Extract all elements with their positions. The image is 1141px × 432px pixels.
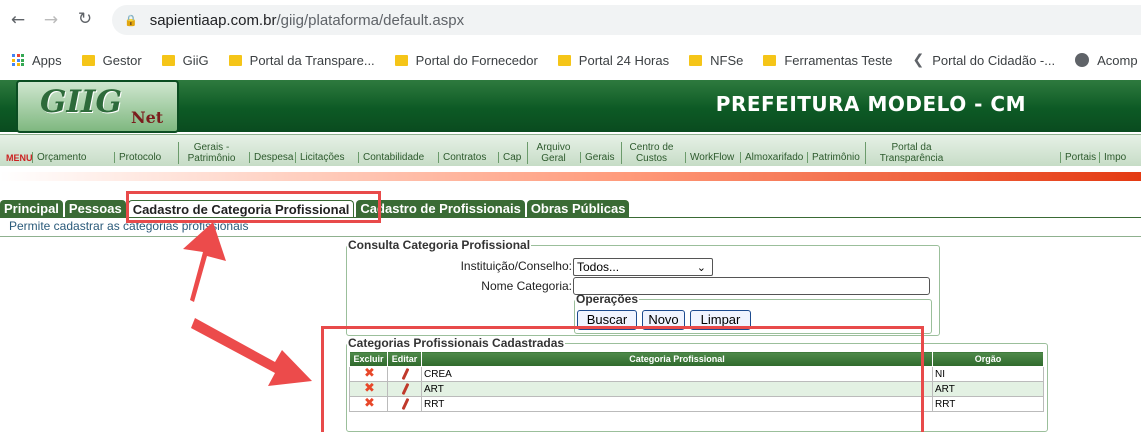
menu-label: MENU [6,153,33,163]
highlight-box-table [321,326,924,432]
header-accent-stripe [0,172,1141,181]
instituicao-label: Instituição/Conselho: [460,259,572,273]
menu-item-contratos[interactable]: Contratos [438,152,486,163]
logo-sub-text: Net [131,108,164,127]
menu-item-contabilidade[interactable]: Contabilidade [358,152,424,163]
address-bar[interactable]: 🔒 sapientiaap.com.br/giig/plataforma/def… [112,5,1141,35]
orgao-cell: NI [932,366,1044,382]
menu-item-portal-transparencia[interactable]: Portal da Transparência [865,142,953,164]
bookmark-portal-24-horas[interactable]: Portal 24 Horas [557,53,669,68]
lock-icon: 🔒 [124,13,138,27]
consulta-legend: Consulta Categoria Profissional [348,238,531,252]
chevron-down-icon: ⌄ [696,261,706,274]
url-host: sapientiaap.com.br [149,11,277,29]
operacoes-legend: Operações [576,292,639,306]
bookmark-apps[interactable]: Apps [0,53,62,68]
tab-cadastro-profissionais[interactable]: Cadastro de Profissionais [356,200,525,217]
bookmark-acomp[interactable]: Acomp [1075,53,1138,68]
back-arrow-icon[interactable]: ← [6,10,30,30]
chevron-left-icon: ❮ [912,52,925,68]
bookmark-portal-fornecedor[interactable]: Portal do Fornecedor [394,53,538,68]
menu-item-protocolo[interactable]: Protocolo [114,152,161,163]
menu-item-arquivo-geral[interactable]: Arquivo Geral [527,142,575,164]
tab-pessoas[interactable]: Pessoas [64,200,126,217]
folder-icon [228,54,242,66]
reload-icon[interactable]: ↻ [73,9,97,29]
forward-arrow-icon[interactable]: → [39,10,63,30]
folder-icon [689,54,703,66]
menu-item-workflow[interactable]: WorkFlow [685,152,734,163]
menu-item-centro-de-custos[interactable]: Centro de Custos [621,142,677,164]
organization-title: PREFEITURA MODELO - CM [715,92,1026,116]
header-orgao: Orgão [932,351,1044,367]
instituicao-selected-value: Todos... [577,260,620,274]
tab-obras-publicas[interactable]: Obras Públicas [526,200,630,217]
menu-item-portais[interactable]: Portais [1060,152,1096,163]
menu-item-impo[interactable]: Impo [1099,152,1126,163]
orgao-cell: RRT [932,396,1044,412]
bookmark-giig[interactable]: GiiG [161,53,209,68]
menu-item-cap[interactable]: Cap [498,152,521,163]
tab-principal[interactable]: Principal [0,200,63,217]
orgao-cell: ART [932,381,1044,397]
menu-item-gerais[interactable]: Gerais [580,152,614,163]
folder-icon [394,54,408,66]
bookmarks-bar: Apps Gestor GiiG Portal da Transpare... … [0,46,1141,74]
menu-item-gerais-patrimonio[interactable]: Gerais - Patrimônio [178,142,240,164]
menu-item-despesa[interactable]: Despesa [249,152,293,163]
bookmark-portal-transparencia[interactable]: Portal da Transpare... [228,53,375,68]
menu-item-patrimonio[interactable]: Patrimônio [807,152,860,163]
instituicao-select[interactable]: Todos... ⌄ [573,258,713,276]
apps-grid-icon [12,54,24,66]
giig-logo: GIIG Net [16,80,179,133]
folder-icon [763,54,777,66]
description-divider [0,236,1141,237]
highlight-box-tab [126,191,381,223]
bookmark-portal-cidadao[interactable]: ❮ Portal do Cidadão -... [913,52,1056,68]
bookmark-nfse[interactable]: NFSe [689,53,743,68]
folder-icon [81,54,95,66]
logo-main-text: GIIG [40,84,122,120]
nome-categoria-label: Nome Categoria: [481,279,572,293]
bookmark-ferramentas-teste[interactable]: Ferramentas Teste [763,53,893,68]
browser-toolbar: ← → ↻ 🔒 sapientiaap.com.br/giig/platafor… [0,0,1141,40]
menu-item-almoxarifado[interactable]: Almoxarifado [740,152,803,163]
menu-item-orcamento[interactable]: Orçamento [32,152,86,163]
arrow-down-right-icon [191,318,312,386]
globe-icon [1075,53,1090,67]
url-path: /giig/plataforma/default.aspx [276,11,465,29]
folder-icon [557,54,571,66]
menu-item-licitacoes[interactable]: Licitações [295,152,344,163]
bookmark-gestor[interactable]: Gestor [81,53,142,68]
folder-icon [161,54,175,66]
arrow-up-icon [183,222,226,302]
